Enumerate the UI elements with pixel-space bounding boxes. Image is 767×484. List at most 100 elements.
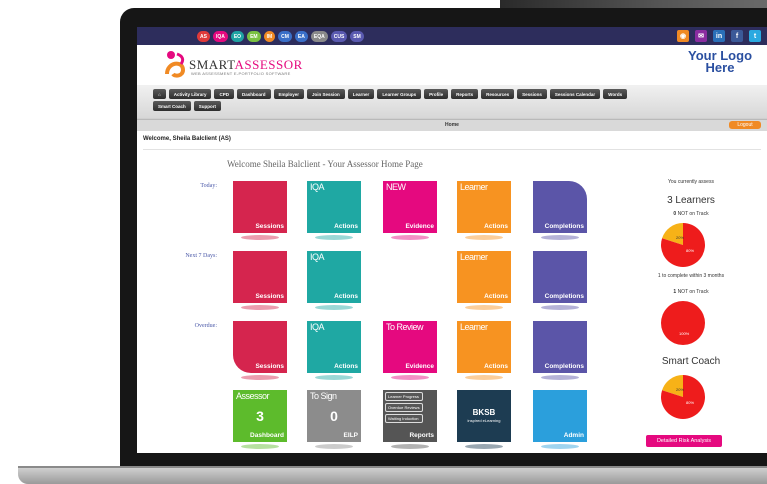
social-links: ◉ ✉ in f t (677, 30, 761, 42)
tile-reports[interactable]: Learner Progress Overdue Reviews Waiting I… (383, 390, 437, 449)
nav-item-resources[interactable]: Resources (481, 89, 515, 99)
tile-shadow (541, 235, 579, 240)
tile-assessor-dashboard[interactable]: Assessor 3 Dashboard (233, 390, 287, 449)
facebook-icon[interactable]: f (731, 30, 743, 42)
header: SMARTASSESSOR WEB ASSESSMENT E-PORTFOLIO… (137, 45, 767, 85)
divider (143, 149, 761, 150)
nav-item-activity-library[interactable]: Activity Library (168, 89, 212, 99)
brand-part: SMART (189, 57, 235, 72)
tile-label: Evidence (405, 223, 434, 230)
tile-bksb[interactable]: BKSB inspired eLearning (457, 390, 511, 449)
tile-next7-completions[interactable]: Completions (533, 251, 587, 310)
tile-overdue-to-review-evidence[interactable]: To Review Evidence (383, 321, 437, 380)
logout-button[interactable]: Logout (729, 121, 761, 129)
main-navigation: ⌂ Activity Library CPD Dashboard Employer Joi… (137, 85, 767, 119)
linkedin-icon[interactable]: in (713, 30, 725, 42)
nav-row-2: Smart Coach Support (153, 101, 222, 111)
tile-to-sign-eilp[interactable]: To Sign 0 EILP (307, 390, 361, 449)
detailed-risk-analysis-button[interactable]: Detailed Risk Analysis (646, 435, 722, 447)
role-badge-eqa[interactable]: EQA (310, 31, 328, 42)
nav-item-sessions-calendar[interactable]: Sessions Calendar (549, 89, 601, 99)
tile-shadow (241, 235, 279, 240)
bksb-tagline: inspired eLearning (467, 418, 501, 423)
pie-chart-completions[interactable]: 100% (660, 300, 706, 346)
tile-overdue-completions[interactable]: Completions (533, 321, 587, 380)
role-badge-em[interactable]: EM (247, 31, 261, 42)
tile-label: Reports (409, 432, 434, 439)
role-badge-im[interactable]: IM (263, 31, 276, 42)
nav-item-smart-coach[interactable]: Smart Coach (153, 101, 191, 111)
smart-coach-title[interactable]: Smart Coach (631, 356, 751, 367)
tile-today-new-evidence[interactable]: NEW Evidence (383, 181, 437, 240)
tile-shadow (241, 375, 279, 380)
tile-heading: To Sign (310, 391, 337, 401)
pie-label-orange: 20% (676, 235, 684, 240)
pie-chart-smart-coach[interactable]: 20% 80% (660, 374, 706, 420)
tile-heading: Assessor (236, 391, 270, 401)
tile-shadow (541, 305, 579, 310)
nav-item-words[interactable]: Words (603, 89, 628, 99)
tile-heading: To Review (386, 322, 424, 332)
top-bar: AS IQA EO EM IM CM EA EQA CUS SM ◉ ✉ in f t (137, 27, 767, 45)
tile-heading: IQA (310, 322, 325, 332)
within-label: 1 to complete within 3 months (657, 273, 725, 279)
tile-overdue-iqa-actions[interactable]: IQA Actions (307, 321, 361, 380)
page-title: Welcome Sheila Balclient - Your Assessor… (227, 159, 423, 169)
tile-overdue-learner-actions[interactable]: Learner Actions (457, 321, 511, 380)
pie-label-red: 80% (686, 248, 694, 253)
role-badge-sm[interactable]: SM (350, 31, 364, 42)
laptop-base (18, 468, 767, 484)
nav-item-learner-groups[interactable]: Learner Groups (377, 89, 422, 99)
row-label-overdue: Overdue: (194, 323, 217, 329)
rss-icon[interactable]: ◉ (677, 30, 689, 42)
tile-next7-sessions[interactable]: Sessions (233, 251, 287, 310)
tile-admin[interactable]: Admin (533, 390, 587, 449)
role-badge-eo[interactable]: EO (230, 31, 245, 42)
twitter-icon[interactable]: t (749, 30, 761, 42)
tile-label: Completions (544, 223, 584, 230)
nav-item-support[interactable]: Support (193, 101, 222, 111)
tile-label: Actions (334, 363, 358, 370)
report-link-overdue-reviews[interactable]: Overdue Reviews (385, 403, 423, 412)
tile-label: Actions (334, 223, 358, 230)
tile-today-iqa-actions[interactable]: IQA Actions (307, 181, 361, 240)
tile-shadow (315, 375, 353, 380)
nav-item-sessions[interactable]: Sessions (517, 89, 547, 99)
role-badge-cm[interactable]: CM (278, 31, 292, 42)
role-badge-iqa[interactable]: IQA (212, 31, 228, 42)
nav-item-dashboard[interactable]: Dashboard (237, 89, 271, 99)
role-badge-ea[interactable]: EA (294, 31, 308, 42)
tile-today-sessions[interactable]: Sessions (233, 181, 287, 240)
tile-label: Actions (484, 363, 508, 370)
learners-total[interactable]: 3 Learners (631, 195, 751, 206)
nav-item-cpd[interactable]: CPD (214, 89, 234, 99)
tile-count: 0 (330, 408, 338, 424)
brand-tagline: WEB ASSESSMENT E-PORTFOLIO SOFTWARE (191, 71, 291, 76)
tile-shadow (241, 444, 279, 449)
tile-label: Sessions (255, 293, 284, 300)
report-link-waiting-induction[interactable]: Waiting Induction (385, 414, 423, 423)
tile-next7-learner-actions[interactable]: Learner Actions (457, 251, 511, 310)
breadcrumb[interactable]: Home (137, 122, 767, 128)
tile-label: Dashboard (250, 432, 284, 439)
pie-chart-learners-on-track[interactable]: 20% 80% (660, 222, 706, 268)
nav-item-employer[interactable]: Employer (273, 89, 305, 99)
role-badge-as[interactable]: AS (197, 31, 210, 42)
nav-item-profile[interactable]: Profile (424, 89, 449, 99)
nav-item-reports[interactable]: Reports (451, 89, 479, 99)
email-icon[interactable]: ✉ (695, 30, 707, 42)
tile-heading: Learner (460, 322, 488, 332)
tile-next7-iqa-actions[interactable]: IQA Actions (307, 251, 361, 310)
tile-today-completions[interactable]: Completions (533, 181, 587, 240)
pie-label-red: 80% (686, 400, 694, 405)
nav-item-join-session[interactable]: Join Session (307, 89, 345, 99)
tile-overdue-sessions[interactable]: Sessions (233, 321, 287, 380)
home-icon[interactable]: ⌂ (153, 89, 166, 99)
role-badge-cus[interactable]: CUS (330, 31, 348, 42)
role-switcher: AS IQA EO EM IM CM EA EQA CUS SM (197, 31, 364, 42)
tile-today-learner-actions[interactable]: Learner Actions (457, 181, 511, 240)
not-on-track-label: NOT on Track (677, 289, 709, 295)
nav-item-learner[interactable]: Learner (347, 89, 375, 99)
report-link-learner-progress[interactable]: Learner Progress (385, 392, 423, 401)
welcome-message: Welcome, Sheila Balclient (AS) (143, 136, 231, 142)
